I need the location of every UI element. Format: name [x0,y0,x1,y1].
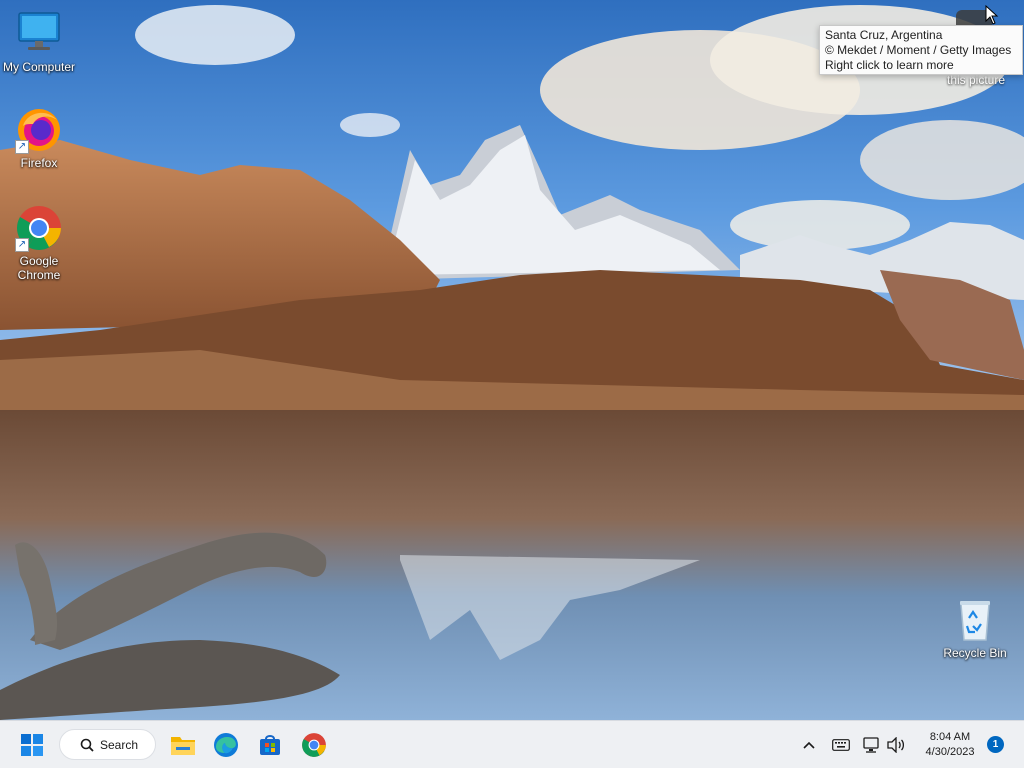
network-icon [863,737,879,753]
desktop-icon-my-computer[interactable]: My Computer [1,10,77,74]
desktop-wallpaper [0,0,1024,720]
store-icon [260,735,280,755]
start-icon [21,734,43,756]
taskbar-store[interactable] [254,729,286,761]
file-explorer-icon [171,737,195,755]
chevron-up-icon [803,741,815,749]
desktop-icon-google-chrome[interactable]: ↗ Google Chrome [1,204,77,282]
taskbar-file-explorer[interactable] [167,729,199,761]
desktop-icon-label: Firefox [20,156,58,170]
taskbar-clock[interactable]: 8:04 AM 4/30/2023 [915,730,985,760]
clock-date: 4/30/2023 [925,746,975,758]
chrome-icon [302,733,326,757]
shortcut-arrow-icon: ↗ [15,140,29,154]
show-hidden-icons-button[interactable] [801,735,817,755]
keyboard-button[interactable] [831,735,851,755]
network-button[interactable] [862,735,882,755]
desktop-icon-firefox[interactable]: ↗ Firefox [1,106,77,170]
desktop-icon-label: Recycle Bin [943,646,1007,660]
firefox-icon: ↗ [15,106,63,154]
monitor-icon [15,10,63,58]
taskbar-chrome[interactable] [298,729,330,761]
tooltip-credit: © Mekdet / Moment / Getty Images [825,43,1012,57]
tooltip-hint: Right click to learn more [825,58,954,72]
recycle-bin-icon [951,596,999,644]
learn-about-picture-label[interactable]: this picture [936,73,1016,87]
mouse-cursor-icon [985,5,999,25]
chrome-icon: ↗ [15,204,63,252]
taskbar-edge[interactable] [210,729,242,761]
edge-icon [214,733,238,757]
search-label: Search [100,737,139,752]
tooltip-location: Santa Cruz, Argentina [825,28,943,42]
shortcut-arrow-icon: ↗ [15,238,29,252]
clock-time: 8:04 AM [929,731,971,743]
spotlight-tooltip: Santa Cruz, Argentina © Mekdet / Moment … [819,25,1023,75]
volume-button[interactable] [886,735,906,755]
search-icon [80,738,94,752]
notification-badge[interactable]: 1 [987,736,1004,753]
speaker-icon [887,737,905,753]
keyboard-icon [832,739,850,751]
start-button[interactable] [16,729,48,761]
taskbar-search-box[interactable]: Search [59,729,156,760]
desktop-icon-recycle-bin[interactable]: Recycle Bin [937,596,1013,660]
desktop-icon-label: My Computer [2,60,76,74]
taskbar: Search 8:04 AM 4/30/2023 1 [0,720,1024,768]
desktop-icon-label: Google Chrome [17,254,61,282]
